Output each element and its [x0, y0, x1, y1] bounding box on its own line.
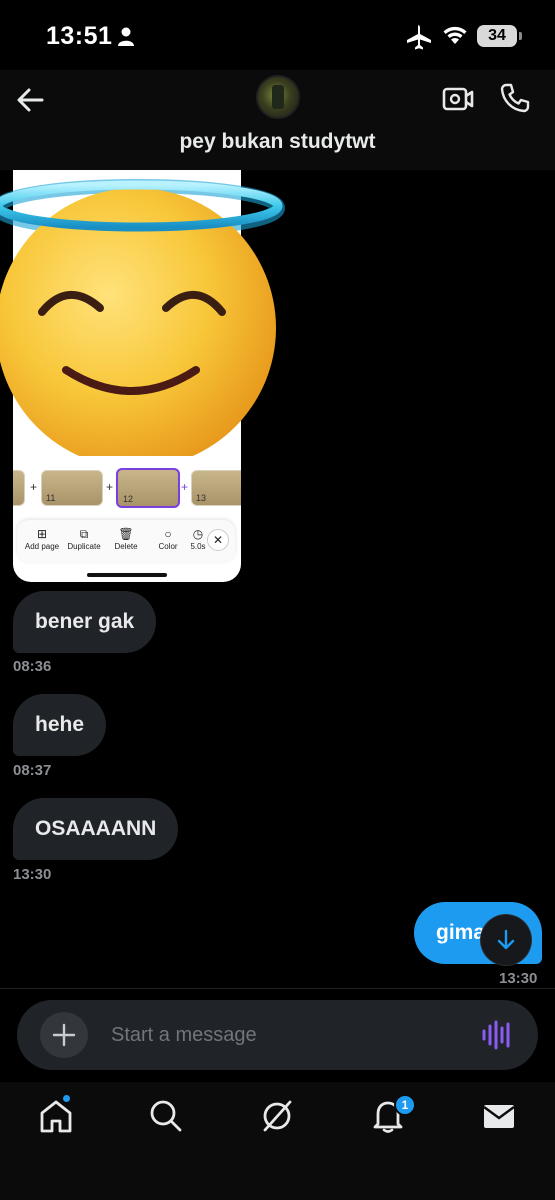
person-icon — [118, 27, 134, 46]
message-timestamp: 13:30 — [13, 866, 52, 883]
duplicate-icon: ⧉ — [79, 527, 89, 541]
bottom-navigation: 1 — [0, 1082, 555, 1200]
add-icon: + — [30, 480, 38, 494]
page-thumbnail: 11 — [41, 470, 103, 506]
search-icon[interactable] — [146, 1096, 186, 1136]
editor-toolbar: ⊞ Add page ⧉ Duplicate 🗑 Delete ○ Color ◷ 5.0… — [17, 520, 235, 562]
contact-name[interactable]: pey bukan studytwt — [0, 130, 555, 154]
status-bar: 13:51 34 — [0, 0, 555, 70]
status-time: 13:51 — [46, 22, 113, 50]
trash-icon: 🗑 — [118, 527, 134, 541]
close-icon: ✕ — [207, 529, 229, 551]
message-bubble-incoming[interactable]: OSAAAANN — [13, 798, 179, 860]
page-number: 11 — [46, 493, 56, 503]
wifi-icon — [443, 26, 467, 44]
message-composer — [17, 1000, 538, 1070]
notifications-badge: 1 — [394, 1094, 416, 1116]
page-number: 13 — [196, 493, 207, 503]
add-icon: + — [181, 480, 189, 494]
message-bubble-incoming[interactable]: hehe — [13, 694, 107, 756]
grok-icon[interactable] — [257, 1096, 297, 1136]
duplicate-tool: ⧉ Duplicate — [61, 526, 107, 551]
avatar[interactable] — [256, 75, 300, 119]
page-thumbnail — [13, 470, 25, 506]
back-arrow-icon[interactable] — [14, 84, 46, 116]
battery-icon: 34 — [477, 25, 522, 47]
scroll-to-bottom-button[interactable] — [481, 915, 531, 965]
home-indicator — [87, 573, 167, 577]
message-timestamp: 08:37 — [13, 762, 52, 779]
chat-header: pey bukan studytwt — [0, 70, 555, 170]
arrow-down-icon — [497, 929, 515, 950]
messages-icon[interactable] — [479, 1096, 519, 1136]
home-unread-dot — [62, 1094, 71, 1103]
message-bubble-incoming[interactable]: bener gak — [13, 591, 157, 653]
voice-message-icon[interactable] — [481, 1020, 513, 1050]
add-icon: + — [106, 480, 114, 494]
page-thumbnail-selected: 12 — [116, 468, 180, 508]
airplane-icon — [407, 25, 431, 50]
page-thumbnail-strip: + 11 + 12 + 13 — [13, 468, 241, 510]
plus-icon — [52, 1023, 76, 1047]
add-page-icon: ⊞ — [36, 527, 48, 541]
video-call-icon[interactable] — [442, 84, 474, 114]
message-input[interactable] — [111, 1000, 451, 1070]
page-thumbnail: 13 — [191, 470, 241, 506]
message-timestamp: 13:30 — [499, 970, 538, 987]
add-page-tool: ⊞ Add page — [19, 526, 65, 551]
phone-icon[interactable] — [499, 82, 531, 114]
smiling-face-with-halo-sticker — [0, 179, 285, 456]
message-timestamp: 08:36 — [13, 658, 52, 675]
page-number: 12 — [123, 494, 134, 504]
divider — [0, 988, 555, 989]
delete-tool: 🗑 Delete — [103, 526, 149, 551]
add-media-button[interactable] — [40, 1012, 88, 1058]
home-icon[interactable] — [36, 1096, 76, 1136]
